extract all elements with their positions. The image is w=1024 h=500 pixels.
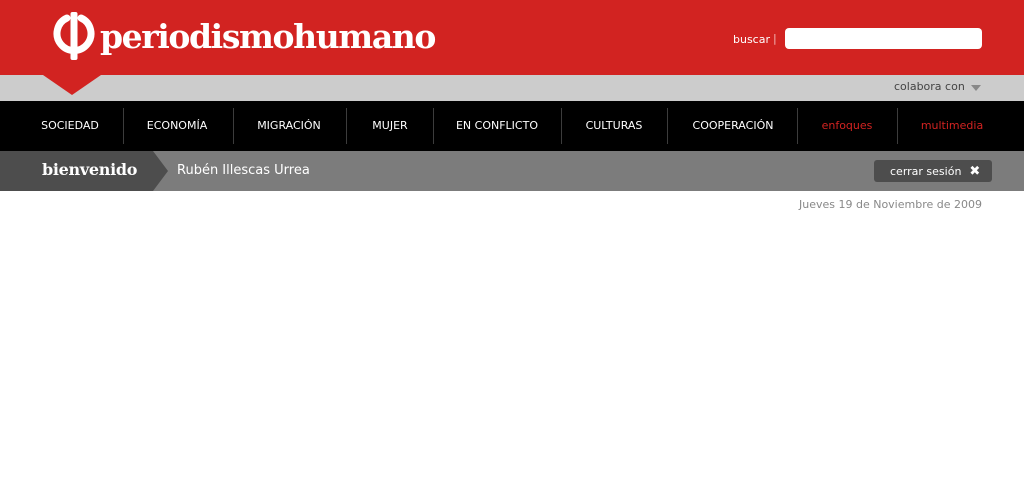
nav-item-economia[interactable]: ECONOMÍA <box>134 101 220 151</box>
current-date: Jueves 19 de Noviembre de 2009 <box>798 198 982 211</box>
welcome-arrow <box>153 151 168 191</box>
nav-divider <box>667 108 668 144</box>
nav-item-mujer[interactable]: MUJER <box>356 101 424 151</box>
nav-divider <box>123 108 124 144</box>
nav-item-multimedia[interactable]: multimedia <box>906 101 998 151</box>
site-header: periodismohumano buscar | <box>0 0 1024 75</box>
site-logo[interactable]: periodismohumano <box>52 10 436 62</box>
nav-divider <box>233 108 234 144</box>
colabora-label: colabora con <box>894 80 965 93</box>
welcome-bar: bienvenido Rubén Illescas Urrea cerrar s… <box>0 151 1024 191</box>
nav-item-cooperacion[interactable]: COOPERACIÓN <box>676 101 790 151</box>
main-nav: SOCIEDAD ECONOMÍA MIGRACIÓN MUJER EN CON… <box>0 101 1024 151</box>
colabora-dropdown[interactable]: colabora con <box>894 80 981 93</box>
colabora-bar: colabora con <box>0 75 1024 101</box>
nav-divider <box>346 108 347 144</box>
welcome-title: bienvenido <box>42 160 138 179</box>
nav-item-culturas[interactable]: CULTURAS <box>570 101 658 151</box>
search-input[interactable] <box>785 28 982 49</box>
nav-item-migracion[interactable]: MIGRACIÓN <box>244 101 334 151</box>
user-name: Rubén Illescas Urrea <box>177 163 310 178</box>
nav-item-sociedad[interactable]: SOCIEDAD <box>28 101 112 151</box>
nav-divider <box>797 108 798 144</box>
logo-mark-icon <box>53 12 95 60</box>
search-separator: | <box>773 32 777 45</box>
nav-divider <box>561 108 562 144</box>
logout-label: cerrar sesión <box>890 164 962 178</box>
nav-divider <box>897 108 898 144</box>
nav-item-enfoques[interactable]: enfoques <box>806 101 888 151</box>
chevron-down-icon <box>970 84 981 91</box>
header-pointer <box>43 75 101 95</box>
nav-item-en-conflicto[interactable]: EN CONFLICTO <box>440 101 554 151</box>
nav-divider <box>433 108 434 144</box>
close-icon: ✖ <box>969 163 981 179</box>
search-link[interactable]: buscar <box>733 33 770 46</box>
logout-button[interactable]: cerrar sesión ✖ <box>874 160 992 182</box>
site-name: periodismohumano <box>100 16 436 56</box>
